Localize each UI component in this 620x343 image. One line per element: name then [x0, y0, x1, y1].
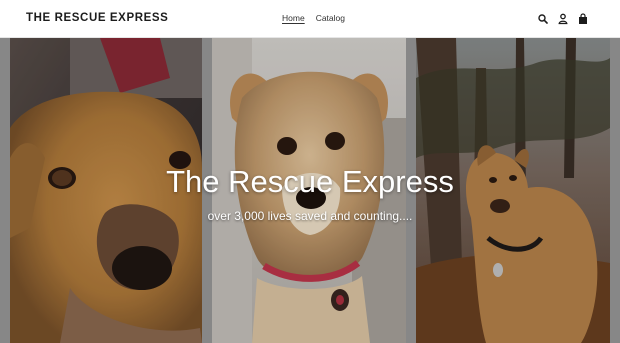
site-header: THE RESCUE EXPRESS Home Catalog [0, 0, 620, 38]
nav-home-link[interactable]: Home [282, 13, 305, 23]
account-icon[interactable] [558, 12, 568, 25]
hero-subtitle: over 3,000 lives saved and counting.... [207, 209, 413, 223]
main-nav: Home Catalog [282, 13, 345, 23]
hero-title: The Rescue Express [166, 164, 454, 199]
nav-catalog-link[interactable]: Catalog [316, 13, 345, 23]
site-logo[interactable]: THE RESCUE EXPRESS [26, 12, 168, 24]
cart-icon[interactable] [578, 12, 588, 24]
search-icon[interactable] [538, 12, 548, 24]
header-icons [538, 12, 588, 25]
hero-banner: The Rescue Express over 3,000 lives save… [0, 38, 620, 343]
